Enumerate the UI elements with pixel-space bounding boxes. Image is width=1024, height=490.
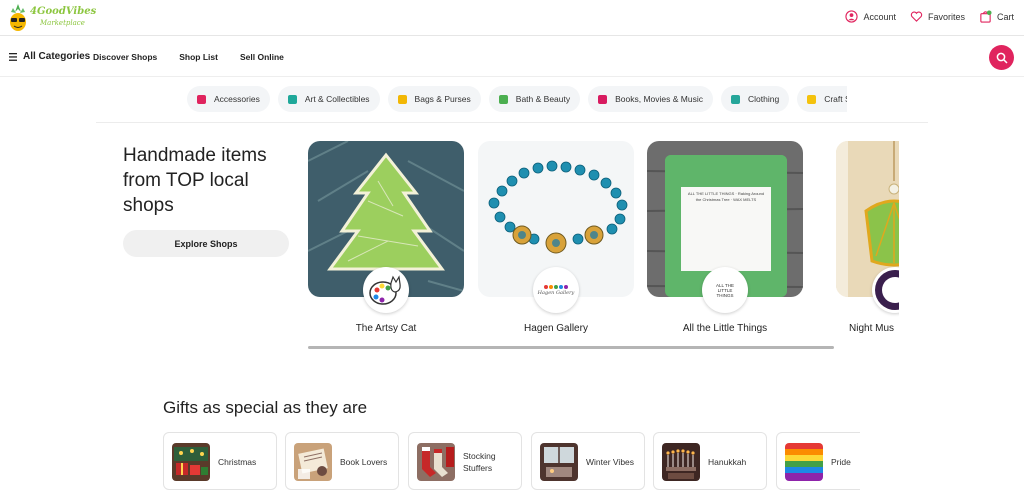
all-categories-label: All Categories <box>23 51 91 62</box>
cart-bag-icon <box>980 10 992 23</box>
gift-label: Book Lovers <box>340 457 388 467</box>
shop-logo-badge: ALL THE LITTLE THINGS <box>702 267 748 313</box>
site-logo[interactable]: 4GoodVibes Marketplace <box>8 4 96 32</box>
chip-label: Accessories <box>214 94 260 104</box>
nav-discover-shops[interactable]: Discover Shops <box>93 52 157 62</box>
shop-card-hagen-gallery[interactable]: Hagen Gallery Hagen Gallery <box>478 141 634 341</box>
category-chip-clothing[interactable]: Clothing <box>721 86 790 112</box>
account-link[interactable]: Account <box>845 10 896 23</box>
category-chip-craft[interactable]: Craft Su <box>797 86 847 112</box>
top-bar: 4GoodVibes Marketplace Account Favorites… <box>0 0 1024 36</box>
category-chip-bath[interactable]: Bath & Beauty <box>488 86 581 112</box>
gift-thumbnail <box>540 443 578 481</box>
chip-label: Bags & Purses <box>414 94 471 104</box>
chip-label: Bath & Beauty <box>515 94 571 104</box>
nav-sell-online[interactable]: Sell Online <box>240 52 284 62</box>
cart-link[interactable]: Cart <box>979 10 1014 23</box>
gift-card-pride[interactable]: Pride <box>776 432 860 490</box>
accessories-icon <box>197 94 206 104</box>
category-chip-bags[interactable]: Bags & Purses <box>387 86 481 112</box>
gift-label: Stocking Stuffers <box>463 451 496 473</box>
gift-thumbnail <box>417 443 455 481</box>
bag-icon <box>397 94 407 104</box>
bath-icon <box>498 94 508 104</box>
favorites-link[interactable]: Favorites <box>910 10 965 23</box>
hamburger-menu-icon <box>9 52 17 61</box>
chip-label: Books, Movies & Music <box>615 94 703 104</box>
user-icon <box>845 10 859 23</box>
gift-label: Winter Vibes <box>586 457 635 467</box>
shop-card-night-mus[interactable]: Night Mus <box>836 141 899 341</box>
category-chips: Accessories Art & Collectibles Bags & Pu… <box>187 86 847 114</box>
category-chip-accessories[interactable]: Accessories <box>187 86 270 112</box>
category-chip-art[interactable]: Art & Collectibles <box>277 86 380 112</box>
night-mus-logo <box>875 270 899 310</box>
gift-card-christmas[interactable]: Christmas <box>163 432 277 490</box>
badge-text: ALL THE LITTLE THINGS <box>715 282 734 298</box>
account-label: Account <box>863 11 896 22</box>
brand-name: 4GoodVibes <box>30 6 97 17</box>
nav-shop-list[interactable]: Shop List <box>179 52 218 62</box>
search-icon <box>996 52 1008 64</box>
hagen-gallery-logo: Hagen Gallery <box>536 284 576 296</box>
brand-subtitle: Marketplace <box>40 19 85 27</box>
search-button[interactable] <box>989 45 1014 70</box>
gift-card-hanukkah[interactable]: Hanukkah <box>653 432 767 490</box>
shop-name: The Artsy Cat <box>355 323 417 334</box>
gift-card-book-lovers[interactable]: Book Lovers <box>285 432 399 490</box>
shop-name: Night Mus <box>849 323 895 334</box>
divider <box>96 122 928 123</box>
shop-name: Hagen Gallery <box>524 323 588 334</box>
shop-logo-badge <box>363 267 409 313</box>
carousel-scrollbar[interactable] <box>308 346 834 349</box>
gift-card-stocking-stuffers[interactable]: Stocking Stuffers <box>408 432 522 490</box>
all-categories-menu[interactable]: All Categories <box>9 51 90 62</box>
craft-icon <box>807 94 817 104</box>
gift-categories: Christmas Book Lovers Stocking Stuffers … <box>163 432 860 490</box>
chip-label: Craft Su <box>824 94 847 104</box>
gift-label: Hanukkah <box>708 457 747 467</box>
books-icon <box>598 94 608 104</box>
gift-card-winter-vibes[interactable]: Winter Vibes <box>531 432 645 490</box>
explore-shops-button[interactable]: Explore Shops <box>123 230 289 257</box>
gift-thumbnail <box>785 443 823 481</box>
chip-label: Art & Collectibles <box>304 94 370 104</box>
shop-carousel[interactable]: The Artsy Cat Hagen Gallery Hagen Galler… <box>308 141 899 341</box>
chip-label: Clothing <box>748 94 780 104</box>
gift-label: Christmas <box>218 457 257 467</box>
pineapple-logo-icon <box>10 4 26 31</box>
hero-title: Handmade items from TOP local shops <box>123 145 267 216</box>
gift-thumbnail <box>294 443 332 481</box>
product-label-text: ALL THE LITTLE THINGS · Raking Around th… <box>687 191 765 202</box>
shop-name: All the Little Things <box>682 323 768 334</box>
favorites-label: Favorites <box>927 11 965 22</box>
badge-text: Hagen Gallery <box>537 289 575 296</box>
shop-logo-badge: Hagen Gallery <box>533 267 579 313</box>
clothing-icon <box>731 94 740 104</box>
art-icon <box>287 94 297 104</box>
shop-card-artsy-cat[interactable]: The Artsy Cat <box>308 141 464 341</box>
category-chip-books[interactable]: Books, Movies & Music <box>588 86 713 112</box>
gift-label: Pride <box>831 457 851 467</box>
palette-cat-icon <box>369 275 401 305</box>
gifts-section-title: Gifts as special as they are <box>163 398 368 417</box>
heart-icon <box>910 11 923 22</box>
shop-card-all-the-little-things[interactable]: ALL THE LITTLE THINGS · Raking Around th… <box>647 141 803 341</box>
cart-label: Cart <box>996 11 1014 22</box>
gift-thumbnail <box>662 443 700 481</box>
main-nav: All Categories Discover Shops Shop List … <box>0 37 1024 77</box>
gift-thumbnail <box>172 443 210 481</box>
